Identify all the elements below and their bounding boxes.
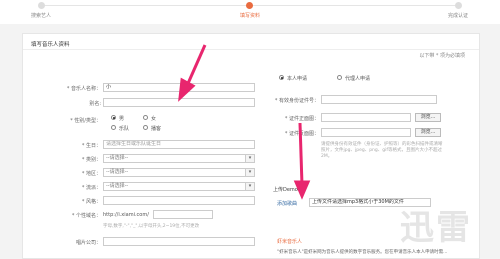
domain-label: * 个性域名： <box>71 213 101 219</box>
alias-input[interactable] <box>103 98 255 107</box>
id-number-label: * 有效身份证件号： <box>274 98 319 104</box>
gender-radio-male[interactable] <box>111 115 116 120</box>
id-front-input[interactable] <box>321 113 411 122</box>
apply-agent-label: 代理人申请 <box>345 76 371 82</box>
id-front-label: * 证件正面图： <box>284 116 319 122</box>
birthday-label: * 生日： <box>81 143 101 149</box>
id-back-browse-button[interactable]: 浏览... <box>415 128 441 137</box>
domain-hint: 字母,数字,"-","_",以字母开头,2~19位,不可更改 <box>103 224 200 229</box>
chevron-down-icon: ▾ <box>245 169 254 176</box>
step-label-fill: 填写资料 <box>239 13 261 19</box>
id-back-input[interactable] <box>321 128 411 137</box>
birthday-input[interactable]: 请选择生日或乐队诞生日 <box>103 140 255 149</box>
style-input[interactable] <box>103 196 255 205</box>
gender-radio-podcast[interactable] <box>143 125 148 130</box>
gender-label: * 性别/类型： <box>70 118 101 124</box>
region-select[interactable]: --请选择-- ▾ <box>103 168 255 177</box>
style-label: * 风格： <box>81 199 101 205</box>
gender-female-label: 女 <box>151 116 157 122</box>
genre-select-value: --请选择-- <box>106 183 129 189</box>
id-back-label: * 证件反面图： <box>284 131 319 137</box>
type-select[interactable]: --请选择-- ▾ <box>103 154 255 163</box>
company-label: 唱片公司： <box>75 240 101 246</box>
apply-self-label: 本人申请 <box>287 76 308 82</box>
step-dot-1 <box>38 2 45 9</box>
gender-podcast-label: 播客 <box>151 126 162 132</box>
gender-radio-band[interactable] <box>111 125 116 130</box>
genre-select[interactable]: --请选择-- ▾ <box>103 182 255 191</box>
type-select-value: --请选择-- <box>106 155 129 161</box>
apply-agent-radio[interactable] <box>337 75 342 80</box>
genre-label: * 流派： <box>81 185 101 191</box>
chevron-down-icon: ▾ <box>245 183 254 190</box>
domain-prefix: http://i.xiami.com/ <box>103 212 149 218</box>
company-input[interactable] <box>103 237 255 246</box>
demo-label: 上传Demo <box>273 187 298 193</box>
apply-self-radio[interactable] <box>279 75 284 80</box>
name-label: * 音乐人名称： <box>66 86 101 92</box>
progress-steps: 搜索艺人 填写资料 完成认证 <box>0 0 500 24</box>
add-song-link[interactable]: 添加歌曲 <box>277 200 297 207</box>
gender-band-label: 乐队 <box>119 126 130 132</box>
divider <box>23 49 479 50</box>
region-select-value: --请选择-- <box>106 169 129 175</box>
panel-title: 填写音乐人资料 <box>31 42 70 48</box>
step-dot-2 <box>246 2 253 9</box>
name-input[interactable]: 小 <box>103 83 255 92</box>
gender-radio-female[interactable] <box>143 115 148 120</box>
step-dot-3 <box>455 2 462 9</box>
alias-label: 别名: <box>89 101 101 107</box>
required-note: 以下带 * 项为必填项 <box>419 53 465 59</box>
id-front-browse-button[interactable]: 浏览... <box>415 113 441 122</box>
watermark-logo: 迅雷 <box>400 208 472 248</box>
step-label-search: 搜索艺人 <box>30 13 52 19</box>
type-label: * 类别： <box>81 157 101 163</box>
section-heading: 虾米音乐人 <box>277 239 303 245</box>
id-number-input[interactable] <box>321 95 437 104</box>
domain-input[interactable] <box>153 210 213 219</box>
step-label-done: 完成认证 <box>447 13 469 19</box>
id-note: 请提供身份有效证件（身份证、护照等）的彩色扫描件或清晰照片，文件jpg、jpeg… <box>321 142 443 159</box>
section-desc: "虾米音乐人"是虾米网为音乐人提供的数字音乐服务。您在申请音乐人本人申请时需..… <box>277 250 448 255</box>
gender-male-label: 男 <box>119 116 125 122</box>
chevron-down-icon: ▾ <box>245 155 254 162</box>
region-label: * 地区： <box>81 171 101 177</box>
